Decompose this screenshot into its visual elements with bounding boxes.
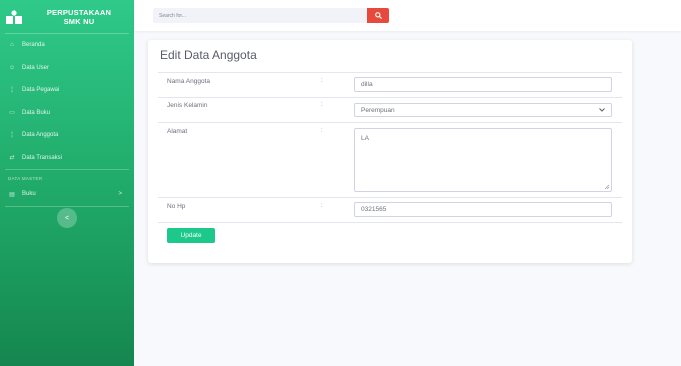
chevron-right-icon: >	[118, 191, 122, 198]
edit-member-card: Edit Data Anggota Nama Anggota : dilla J…	[148, 40, 632, 263]
card-divider	[158, 72, 622, 73]
topbar	[134, 0, 681, 31]
nama-anggota-input[interactable]: dilla	[354, 77, 612, 92]
search-input[interactable]	[153, 8, 367, 23]
sidebar-toggle-button[interactable]: <	[57, 208, 77, 228]
search-form	[153, 8, 389, 23]
sidebar-heading: DATA MASTER	[8, 176, 43, 181]
nama-anggota-label: Nama Anggota	[167, 78, 211, 85]
brand[interactable]: PERPUSTAKAAN SMK NU	[0, 0, 134, 33]
sidebar-item-label: Data User	[22, 64, 50, 71]
sidebar-item-data-pegawai[interactable]: ¦ Data Pegawai	[0, 79, 134, 102]
sidebar-item-data-transaksi[interactable]: ⇄ Data Transaksi	[0, 147, 134, 170]
no-hp-label: No Hp	[167, 203, 186, 210]
jenis-kelamin-select[interactable]: Perempuan	[354, 103, 612, 117]
sidebar-item-label: Data Transaksi	[22, 154, 63, 161]
sidebar-item-label: Data Anggota	[22, 132, 59, 139]
page-title: Edit Data Anggota	[160, 48, 257, 62]
member-icon: ¦	[11, 132, 13, 139]
transaction-icon: ⇄	[9, 155, 15, 162]
chevron-down-icon	[599, 108, 605, 112]
alamat-textarea[interactable]: LA	[354, 128, 612, 192]
sidebar-divider	[5, 205, 129, 207]
jenis-kelamin-label: Jenis Kelamin	[167, 102, 208, 109]
resize-handle-icon[interactable]	[604, 184, 610, 190]
colon: :	[321, 128, 323, 134]
folder-icon: ▤	[9, 191, 15, 198]
book-icon: ▭	[9, 110, 15, 117]
sidebar-item-data-user[interactable]: ☺ Data User	[0, 57, 134, 80]
card-divider	[158, 97, 622, 98]
sidebar-item-data-buku[interactable]: ▭ Data Buku	[0, 102, 134, 125]
brand-line-1: PERPUSTAKAAN	[46, 7, 112, 17]
sidebar-item-beranda[interactable]: ⌂ Beranda	[0, 34, 134, 57]
employee-icon: ¦	[11, 87, 13, 94]
sidebar-item-label: Buku	[22, 191, 36, 198]
sidebar-item-label: Data Buku	[22, 109, 51, 116]
sidebar-item-data-anggota[interactable]: ¦ Data Anggota	[0, 124, 134, 147]
alamat-value: LA	[361, 135, 369, 142]
brand-line-2: SMK NU	[63, 16, 95, 26]
sidebar-item-label: Beranda	[22, 42, 45, 49]
card-divider	[158, 122, 622, 123]
brand-title: PERPUSTAKAAN SMK NU	[30, 8, 128, 26]
sidebar-item-buku[interactable]: ▤ Buku >	[0, 183, 134, 206]
colon: :	[321, 78, 323, 84]
search-icon	[374, 12, 382, 19]
alamat-label: Alamat	[167, 128, 188, 135]
update-button[interactable]: Update	[167, 228, 215, 243]
jenis-kelamin-value: Perempuan	[361, 106, 395, 114]
card-divider	[158, 222, 622, 223]
colon: :	[321, 203, 323, 209]
dashboard-icon: ⌂	[10, 42, 14, 49]
search-button[interactable]	[367, 8, 389, 23]
no-hp-input[interactable]: 0321565	[354, 202, 612, 217]
user-icon: ☺	[8, 64, 16, 71]
library-book-icon	[6, 9, 22, 24]
card-divider	[158, 197, 622, 198]
sidebar-item-label: Data Pegawai	[22, 87, 60, 94]
colon: :	[321, 102, 323, 108]
sidebar: PERPUSTAKAAN SMK NU ⌂ Beranda ☺ Data Use…	[0, 0, 134, 366]
